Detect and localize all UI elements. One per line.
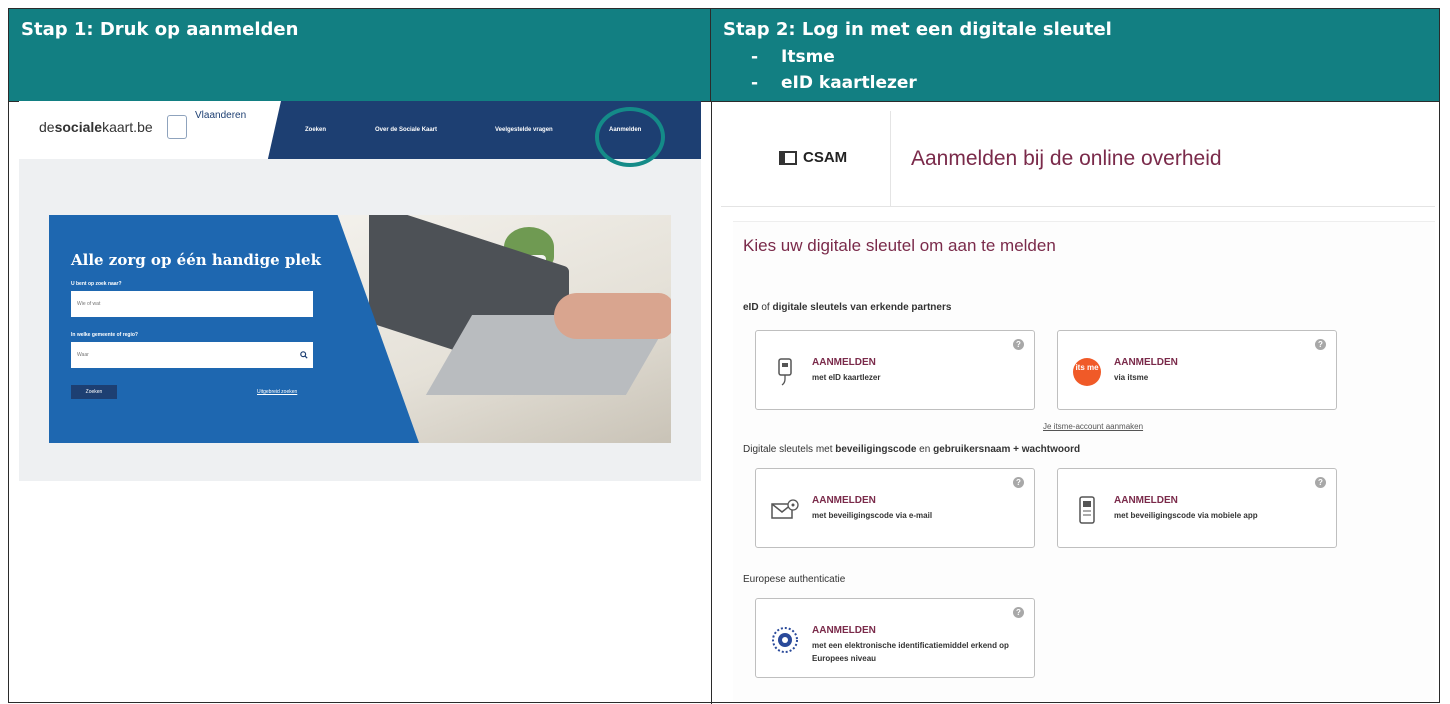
card-title: AANMELDEN xyxy=(812,625,876,636)
help-icon[interactable]: ? xyxy=(1315,339,1326,350)
hand-graphic xyxy=(554,293,671,339)
page-title: Aanmelden bij de online overheid xyxy=(911,147,1222,170)
vlaanderen-lion-icon xyxy=(167,115,187,139)
login-options: Kies uw digitale sleutel om aan te melde… xyxy=(733,221,1435,701)
label-where: In welke gemeente of regio? xyxy=(71,332,138,338)
step2-item-eid: - eID kaartlezer xyxy=(751,73,917,93)
eu-identity-icon xyxy=(770,625,800,655)
login-card-email[interactable]: ? AANMELDEN met beveiligingscode via e-m… xyxy=(755,468,1035,548)
login-card-eidas[interactable]: ? AANMELDEN met een elektronische identi… xyxy=(755,598,1035,678)
step2-title: Stap 2: Log in met een digitale sleutel xyxy=(723,19,1112,40)
search-button[interactable]: Zoeken xyxy=(71,385,117,399)
search-icon xyxy=(300,351,308,359)
csam-header: CSAM Aanmelden bij de online overheid xyxy=(721,111,1435,207)
help-icon[interactable]: ? xyxy=(1013,477,1024,488)
help-icon[interactable]: ? xyxy=(1013,607,1024,618)
login-card-mobile-app[interactable]: ? AANMELDEN met beveiligingscode via mob… xyxy=(1057,468,1337,548)
step2-item-itsme: - Itsme xyxy=(751,47,835,67)
card-desc: met een elektronische identificatiemidde… xyxy=(812,641,1009,663)
nav-zoeken[interactable]: Zoeken xyxy=(305,127,326,133)
login-card-eid[interactable]: ? AANMELDEN met eID kaartlezer xyxy=(755,330,1035,410)
csam-logo-box: CSAM xyxy=(721,111,891,207)
card-title: AANMELDEN xyxy=(1114,495,1178,506)
card-desc: met beveiligingscode via e-mail xyxy=(812,511,933,520)
highlight-ring xyxy=(595,107,665,167)
login-card-itsme[interactable]: ? its me AANMELDEN via itsme xyxy=(1057,330,1337,410)
section-european: Europese authenticatie xyxy=(743,574,846,585)
desocialekaart-screenshot: desocialekaart.be Vlaanderen Zoeken Over… xyxy=(19,101,701,481)
search-what-input[interactable] xyxy=(71,291,313,317)
search-where-input[interactable] xyxy=(71,342,313,368)
hero-banner: Alle zorg op één handige plek U bent op … xyxy=(49,215,671,443)
step1-header: Stap 1: Druk op aanmelden xyxy=(9,9,711,101)
card-title: AANMELDEN xyxy=(812,495,876,506)
csam-brand: CSAM xyxy=(803,149,848,166)
site-logo[interactable]: desocialekaart.be xyxy=(39,119,153,135)
section-security-code: Digitale sleutels met beveiligingscode e… xyxy=(743,444,1081,455)
itsme-icon: its me xyxy=(1072,357,1102,387)
card-desc: via itsme xyxy=(1114,373,1149,382)
card-title: AANMELDEN xyxy=(812,357,876,368)
label-what: U bent op zoek naar? xyxy=(71,281,122,287)
choose-key-heading: Kies uw digitale sleutel om aan te melde… xyxy=(743,236,1056,255)
vlaanderen-logo: Vlaanderen xyxy=(195,110,247,121)
step1-title: Stap 1: Druk op aanmelden xyxy=(21,19,299,40)
help-icon[interactable]: ? xyxy=(1013,339,1024,350)
csam-screenshot: CSAM Aanmelden bij de online overheid Ki… xyxy=(721,111,1435,701)
nav-faq[interactable]: Veelgestelde vragen xyxy=(495,127,553,133)
csam-logo-icon xyxy=(779,151,797,165)
card-desc: met eID kaartlezer xyxy=(812,373,881,382)
section-eid: eID of digitale sleutels van erkende par… xyxy=(743,302,952,313)
email-icon xyxy=(770,495,800,525)
column-divider xyxy=(711,101,712,704)
card-desc: met beveiligingscode via mobiele app xyxy=(1114,511,1258,520)
card-reader-icon xyxy=(770,357,800,387)
tutorial-frame: Stap 1: Druk op aanmelden Stap 2: Log in… xyxy=(8,8,1440,704)
advanced-search-link[interactable]: Uitgebreid zoeken xyxy=(257,389,297,395)
itsme-account-link[interactable]: Je itsme-account aanmaken xyxy=(1043,422,1143,431)
mobile-app-icon xyxy=(1072,495,1102,525)
card-title: AANMELDEN xyxy=(1114,357,1178,368)
help-icon[interactable]: ? xyxy=(1315,477,1326,488)
nav-over[interactable]: Over de Sociale Kaart xyxy=(375,127,437,133)
step2-header: Stap 2: Log in met een digitale sleutel … xyxy=(711,9,1439,101)
hero-title: Alle zorg op één handige plek xyxy=(71,251,321,269)
